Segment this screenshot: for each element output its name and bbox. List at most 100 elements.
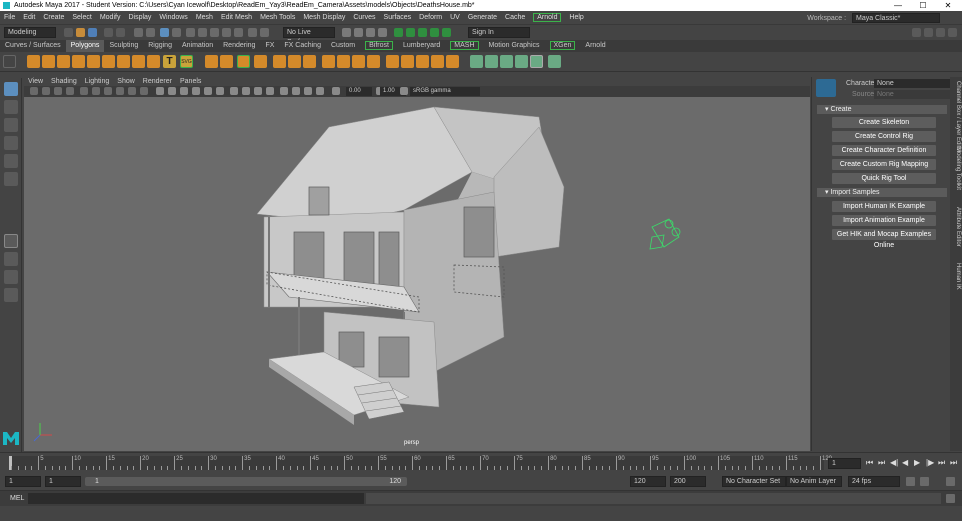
toggle-modeling-toolkit-icon[interactable] [912,28,921,37]
rotate-tool-icon[interactable] [4,154,18,168]
import-samples-header[interactable]: ▾ Import Samples [817,188,947,197]
play-backwards-icon[interactable]: ◀ [902,458,908,467]
perspective-viewport[interactable]: persp [24,97,810,451]
scale-tool-icon[interactable] [4,172,18,186]
arnold-flush-icon[interactable] [430,28,439,37]
film-gate-icon[interactable] [92,87,100,95]
viewport-menu-show[interactable]: Show [113,77,139,86]
menu-help[interactable]: Help [565,11,587,24]
persp-outliner-layout-icon[interactable] [4,270,18,284]
menu-modify[interactable]: Modify [96,11,125,24]
xray-joints-icon[interactable] [304,87,312,95]
step-forward-key-icon[interactable]: ⏭ [938,458,945,468]
arnold-pause-icon[interactable] [442,28,451,37]
safe-action-icon[interactable] [140,87,148,95]
append-polygon-icon[interactable] [367,55,380,68]
xray-icon[interactable] [292,87,300,95]
viewport-menu-renderer[interactable]: Renderer [139,77,176,86]
right-tab-modeling-toolkit[interactable]: Modeling Toolkit [951,147,961,190]
lasso-tool-icon[interactable] [4,100,18,114]
go-to-start-icon[interactable]: ⏮ [866,458,873,468]
minimize-button[interactable]: — [886,0,910,11]
playback-start-field[interactable]: 1 [45,476,81,487]
right-tab-human-ik[interactable]: Human IK [951,263,961,290]
poly-cone-icon[interactable] [72,55,85,68]
shadows-icon[interactable] [216,87,224,95]
select-mask-icon[interactable] [172,28,181,37]
right-tab-attribute-editor[interactable]: Attribute Editor [951,207,961,247]
auto-key-icon[interactable] [920,477,929,486]
menu-display[interactable]: Display [124,11,155,24]
select-camera-icon[interactable] [30,87,38,95]
smooth-shade-icon[interactable] [168,87,176,95]
menu-edit-mesh[interactable]: Edit Mesh [217,11,256,24]
poly-svg-icon[interactable]: SVG [180,55,193,68]
collapse-icon[interactable] [446,55,459,68]
isolate-select-icon[interactable] [280,87,288,95]
menu-arnold[interactable]: Arnold [533,13,562,22]
poly-pyramid-icon[interactable] [147,55,160,68]
command-language-label[interactable]: MEL [10,495,24,502]
script-editor-icon[interactable] [946,494,955,503]
range-bar[interactable]: 1 120 [85,477,407,486]
scene-start-field[interactable]: 1 [5,476,41,487]
go-to-end-icon[interactable]: ⏭ [950,458,957,468]
hypershade-icon[interactable] [378,28,387,37]
render-settings-icon[interactable] [366,28,375,37]
select-tool-icon[interactable] [4,82,18,96]
arnold-render-view-icon[interactable] [394,28,403,37]
snap-view-icon[interactable] [222,28,231,37]
exposure-field[interactable]: 0.00 [346,87,372,96]
paint-select-tool-icon[interactable] [4,118,18,132]
poly-cylinder-icon[interactable] [57,55,70,68]
character-dropdown[interactable]: None [874,79,950,88]
render-frame-icon[interactable] [342,28,351,37]
camera-attributes-icon[interactable] [42,87,50,95]
animation-preferences-icon[interactable] [946,477,955,486]
snap-grid-icon[interactable] [186,28,195,37]
bookmark-icon[interactable] [54,87,62,95]
quick-rig-tool-button[interactable]: Quick Rig Tool [832,173,936,184]
bridge-icon[interactable] [337,55,350,68]
menu-windows[interactable]: Windows [155,11,191,24]
shelf-tab-bifrost[interactable]: Bifrost [360,40,398,52]
menu-mesh-display[interactable]: Mesh Display [299,11,349,24]
shelf-tab-motion-graphics[interactable]: Motion Graphics [484,40,545,52]
textured-icon[interactable] [192,87,200,95]
multi-cut-icon[interactable] [386,55,399,68]
shelf-tab-polygons[interactable]: Polygons [65,40,105,52]
mode-dropdown[interactable]: Modeling [4,27,56,38]
view-transform-dropdown[interactable]: sRGB gamma [410,87,480,96]
boolean-intersection-icon[interactable] [303,55,316,68]
menu-edit[interactable]: Edit [19,11,39,24]
scene-end-field[interactable]: 200 [670,476,706,487]
depth-of-field-icon[interactable] [266,87,274,95]
poly-cube-icon[interactable] [42,55,55,68]
select-hierarchy-icon[interactable] [134,28,143,37]
shelf-tab-lumberyard[interactable]: Lumberyard [398,40,445,52]
save-scene-icon[interactable] [88,28,97,37]
wireframe-on-shaded-icon[interactable] [180,87,188,95]
snap-surface-icon[interactable] [234,28,243,37]
shelf-tab-custom[interactable]: Custom [326,40,360,52]
select-component-icon[interactable] [160,28,169,37]
image-plane-icon[interactable] [66,87,74,95]
open-scene-icon[interactable] [76,28,85,37]
sign-in-dropdown[interactable]: Sign In [468,27,530,38]
field-chart-icon[interactable] [128,87,136,95]
redo-icon[interactable] [116,28,125,37]
multisample-aa-icon[interactable] [254,87,262,95]
wireframe-icon[interactable] [156,87,164,95]
fill-hole-icon[interactable] [416,55,429,68]
shelf-tab-animation[interactable]: Animation [177,40,218,52]
merge-icon[interactable] [431,55,444,68]
target-weld-icon[interactable] [401,55,414,68]
source-dropdown[interactable]: None [874,90,950,99]
poly-platonic-icon[interactable] [132,55,145,68]
workspace-dropdown[interactable]: Maya Classic* [852,13,940,23]
play-forwards-icon[interactable]: ▶ [914,458,920,467]
construction-history-icon[interactable] [260,28,269,37]
live-surface-dropdown[interactable]: No Live Surface [283,27,335,46]
menu-generate[interactable]: Generate [464,11,501,24]
timeline-track[interactable]: 5 10 15 20 25 30 35 40 45 50 55 60 65 70 75 80 85 90 95 100… [9,456,832,470]
